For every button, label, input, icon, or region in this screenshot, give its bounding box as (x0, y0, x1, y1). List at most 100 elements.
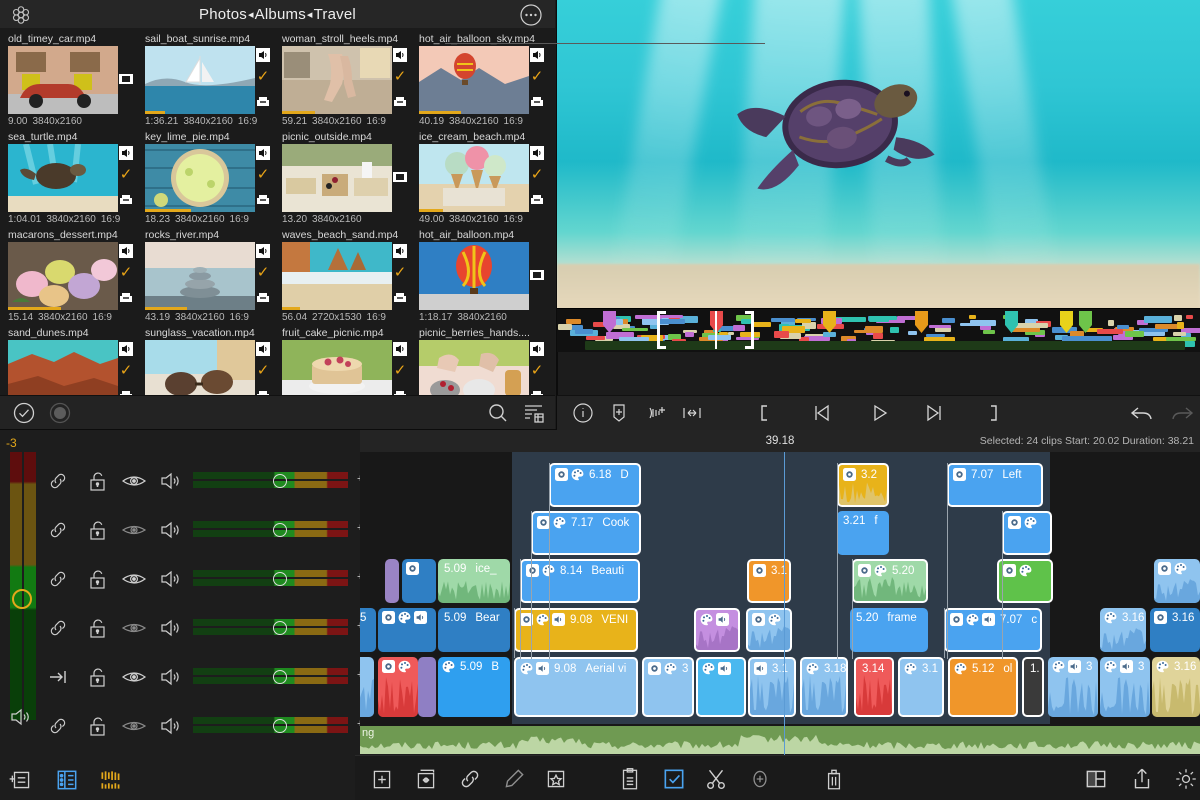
clipboard-icon[interactable] (617, 766, 643, 792)
thumbnail-image[interactable] (282, 340, 392, 395)
media-cell[interactable]: old_timey_car.mp4 9.00 3840x2160 (8, 32, 134, 129)
timeline-clip[interactable]: 9.08 VENI (514, 608, 638, 652)
thumbnail-image[interactable] (419, 46, 529, 114)
thumbnail-image[interactable] (419, 242, 529, 310)
media-cell[interactable]: picnic_outside.mp4 13.20 3840x2160 (282, 130, 408, 227)
media-cell[interactable]: sail_boat_sunrise.mp4 ✓ 1:36.21 3840x2160 16… (145, 32, 271, 129)
timeline-clip[interactable] (418, 657, 436, 717)
import-tray-icon[interactable] (530, 388, 544, 395)
timeline-clip[interactable] (997, 559, 1053, 603)
audio-badge-icon[interactable] (530, 342, 544, 356)
link-clips-icon[interactable] (457, 766, 483, 792)
media-thumbnail[interactable]: ✓ (419, 340, 545, 395)
media-thumbnail[interactable]: ✓ (145, 242, 271, 310)
info-icon[interactable] (571, 401, 597, 425)
audio-badge-icon[interactable] (256, 244, 270, 258)
import-tray-icon[interactable] (256, 192, 270, 206)
layout-icon[interactable] (1083, 766, 1109, 792)
add-marker-icon[interactable] (607, 401, 633, 425)
speaker-icon[interactable] (157, 713, 183, 739)
media-cell[interactable]: ice_cream_beach.mp4 ✓ 49.00 3840x2160 16:9 (419, 130, 545, 227)
media-thumbnail[interactable]: ✓ (282, 242, 408, 310)
audio-levels-icon[interactable] (98, 767, 124, 793)
checked-icon[interactable]: ✓ (256, 69, 270, 84)
import-tray-icon[interactable] (119, 388, 133, 395)
track-volume-fader[interactable] (193, 521, 348, 539)
timeline-clip[interactable]: 7.07 Left (947, 463, 1043, 507)
checked-icon[interactable]: ✓ (119, 167, 133, 182)
media-thumbnail[interactable]: ✓ (419, 144, 545, 212)
timeline-clip[interactable]: 3 (1100, 657, 1150, 717)
eye-icon[interactable] (121, 566, 147, 592)
media-cell[interactable]: key_lime_pie.mp4 ✓ 18.23 3840x2160 16:9 (145, 130, 271, 227)
media-cell[interactable]: hot_air_balloon.mp4 1:18.17 3840x2160 (419, 228, 545, 325)
audio-badge-icon[interactable] (119, 342, 133, 356)
timeline-clip[interactable] (378, 608, 436, 652)
preview-scrubber[interactable] (557, 308, 1200, 352)
timeline-clip[interactable]: 3.21 f (837, 511, 889, 555)
thumbnail-image[interactable] (8, 340, 118, 395)
thumbnail-image[interactable] (282, 144, 392, 212)
timeline-clip[interactable]: 3 (642, 657, 694, 717)
unlock-icon[interactable] (85, 615, 111, 641)
speaker-icon[interactable] (157, 615, 183, 641)
set-in-point-icon[interactable] (753, 401, 779, 425)
timeline-audio-track[interactable]: ng (360, 726, 1200, 754)
timeline-clip[interactable] (402, 559, 436, 603)
timeline-clip[interactable]: 3.2 (837, 463, 889, 507)
media-thumbnail[interactable] (419, 242, 545, 310)
timeline-clip[interactable]: 5.12 ol (948, 657, 1018, 717)
check-circle-icon[interactable] (12, 401, 36, 425)
timeline-clip[interactable] (746, 608, 792, 652)
timeline-clip-area[interactable]: 6.18 D 3.2 7.07 Left 7.17 Cook 3.21 f 5.09 ice_ 8.1… (360, 452, 1200, 746)
scrubber-playhead[interactable] (715, 311, 717, 349)
eye-icon[interactable] (121, 468, 147, 494)
import-tray-icon[interactable] (119, 192, 133, 206)
timeline-clip[interactable]: 7.07 c (944, 608, 1042, 652)
unlock-icon[interactable] (85, 468, 111, 494)
import-tray-icon[interactable] (530, 192, 544, 206)
timeline-playhead[interactable] (784, 452, 785, 782)
media-thumbnail[interactable]: ✓ (145, 340, 271, 395)
link-icon[interactable] (45, 615, 71, 641)
media-thumbnail[interactable]: ✓ (145, 144, 271, 212)
timeline-clip[interactable]: 3.16 (1150, 608, 1200, 652)
in-point-bracket[interactable] (657, 311, 666, 349)
film-badge-icon[interactable] (393, 170, 407, 184)
import-tray-icon[interactable] (393, 94, 407, 108)
out-point-bracket[interactable] (745, 311, 754, 349)
timeline-clip[interactable]: 5.09 ice_ (438, 559, 510, 603)
track-volume-fader[interactable] (193, 668, 348, 686)
audio-badge-icon[interactable] (393, 342, 407, 356)
track-volume-fader[interactable] (193, 472, 348, 490)
scrubber-marker[interactable] (823, 311, 836, 333)
media-cell[interactable]: picnic_berries_hands.... ✓ (419, 326, 545, 395)
timeline-clip[interactable]: 3.18 (800, 657, 848, 717)
checked-icon[interactable]: ✓ (119, 363, 133, 378)
timeline-clip[interactable]: 5.20 frame (850, 608, 928, 652)
eye-dim-icon[interactable] (121, 713, 147, 739)
audio-badge-icon[interactable] (393, 244, 407, 258)
timeline-clip[interactable]: 7.17 Cook (531, 511, 641, 555)
breadcrumb-photos[interactable]: Photos (199, 6, 247, 23)
checked-icon[interactable]: ✓ (530, 69, 544, 84)
thumbnail-image[interactable] (145, 242, 255, 310)
scrubber-marker[interactable] (1079, 311, 1092, 333)
media-thumbnail[interactable]: ✓ (145, 46, 271, 114)
timeline-clip[interactable]: 8.14 Beauti (520, 559, 640, 603)
media-cell[interactable]: sea_turtle.mp4 ✓ 1:04.01 3840x2160 16:9 (8, 130, 134, 227)
undo-icon[interactable] (1129, 401, 1155, 425)
timeline-clip[interactable] (385, 559, 399, 603)
audio-badge-icon[interactable] (530, 48, 544, 62)
link-icon[interactable] (45, 713, 71, 739)
timeline-clip[interactable]: 5.09 B (438, 657, 510, 717)
import-tray-icon[interactable] (256, 388, 270, 395)
timeline-clip[interactable]: 3.14 (854, 657, 894, 717)
unlock-icon[interactable] (85, 664, 111, 690)
checked-icon[interactable]: ✓ (530, 167, 544, 182)
timeline-clip[interactable]: h (360, 657, 374, 717)
checked-icon[interactable]: ✓ (393, 363, 407, 378)
timeline-clip[interactable] (696, 657, 746, 717)
timeline-clip[interactable]: 3.1 (748, 657, 796, 717)
media-cell[interactable]: rocks_river.mp4 ✓ 43.19 3840x2160 16:9 (145, 228, 271, 325)
